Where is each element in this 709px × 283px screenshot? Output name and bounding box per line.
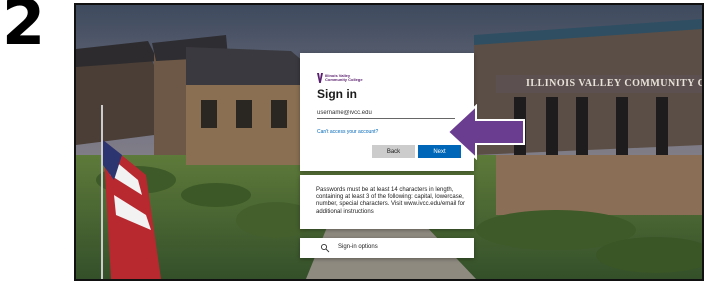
logo-text-line2: Community College — [325, 77, 363, 82]
key-search-icon — [320, 243, 330, 253]
ivcc-logo: Illinois Valley Community College — [317, 73, 363, 83]
sign-in-options-button[interactable]: Sign-in options — [300, 238, 474, 258]
email-field[interactable] — [317, 107, 455, 119]
password-info-text: Passwords must be at least 14 characters… — [316, 187, 465, 215]
password-info-card: Passwords must be at least 14 characters… — [300, 175, 474, 229]
cant-access-link[interactable]: Can't access your account? — [317, 129, 378, 135]
step-number: 2 — [2, 0, 45, 59]
screenshot-frame: ILLINOIS VALLEY COMMUNITY COLL Illinois … — [74, 3, 704, 281]
ivcc-logo-icon — [317, 73, 323, 83]
back-button[interactable]: Back — [372, 145, 415, 158]
pointer-arrow-icon — [448, 104, 525, 160]
sign-in-title: Sign in — [317, 87, 357, 101]
sign-in-options-label: Sign-in options — [338, 244, 378, 250]
building-sign: ILLINOIS VALLEY COMMUNITY COLL — [526, 78, 702, 89]
